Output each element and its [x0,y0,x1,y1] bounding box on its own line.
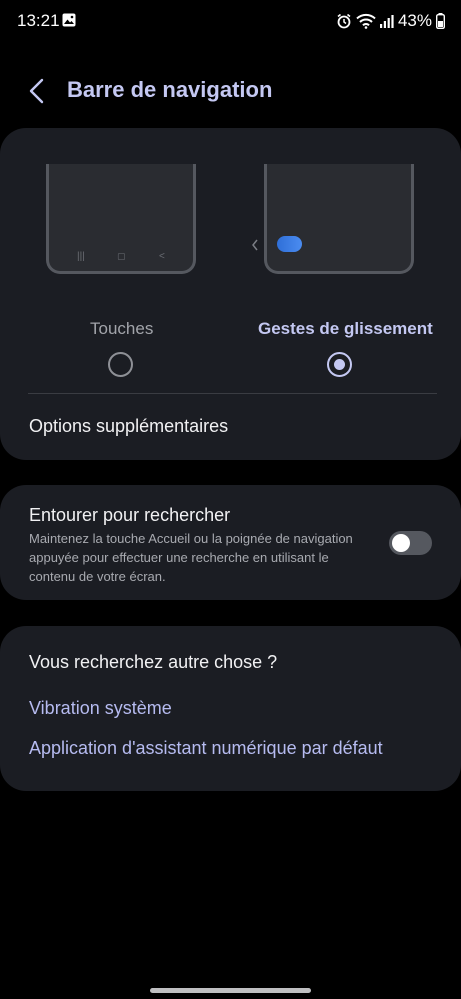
more-options-item[interactable]: Options supplémentaires [29,416,228,437]
circle-to-search-card[interactable]: Entourer pour rechercher Maintenez la to… [0,485,461,600]
home-indicator[interactable] [150,988,311,993]
radio-gestures[interactable] [327,352,352,377]
radio-selected-dot [334,359,345,370]
battery-percent: 43% [397,11,432,30]
gesture-back-arrow-icon [252,239,258,251]
suggestions-title: Vous recherchez autre chose ? [29,652,278,672]
circle-to-search-title: Entourer pour rechercher [29,505,231,525]
suggestions-card: Vous recherchez autre chose ? Vibration … [0,626,461,791]
alarm-icon [337,13,351,29]
toggle-knob [392,534,410,552]
recents-key-icon: ||| [77,251,85,262]
gesture-handle [277,236,302,252]
navigation-type-card: ||| ▢ < Touches Gestes de glissement Opt… [0,128,461,460]
circle-to-search-description: Maintenez la touche Accueil ou la poigné… [29,531,353,584]
link-vibration-systeme[interactable]: Vibration système [29,698,172,719]
signal-icon [379,15,394,28]
gestures-preview[interactable] [264,164,414,274]
link-default-assistant-app[interactable]: Application d'assistant numérique par dé… [29,738,383,759]
page-title: Barre de navigation [67,77,273,102]
back-arrow-icon[interactable] [24,76,52,106]
status-time: 13:21 [17,11,60,30]
status-right: 43% [336,11,445,31]
header: Barre de navigation [0,64,461,120]
option-gestures-label: Gestes de glissement [258,319,433,338]
buttons-preview[interactable]: ||| ▢ < [46,164,196,274]
status-bar: 13:21 43% [0,0,461,44]
battery-icon [436,13,445,29]
home-key-icon: ▢ [117,251,126,261]
wifi-icon [356,13,376,29]
option-touches-label: Touches [90,319,154,338]
radio-touches[interactable] [108,352,133,377]
gallery-icon [62,13,76,27]
circle-to-search-toggle[interactable] [389,531,432,555]
back-key-icon: < [159,251,165,262]
divider [28,393,437,394]
